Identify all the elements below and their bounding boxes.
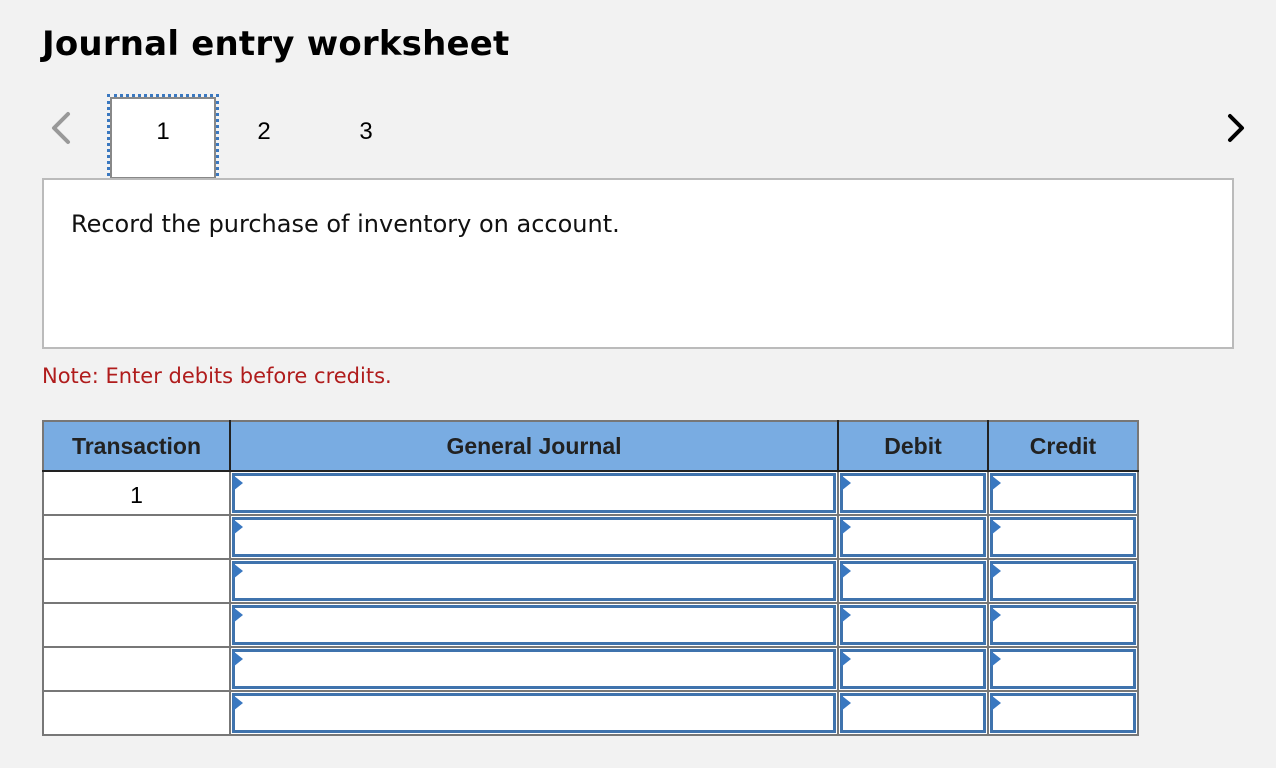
debit-input[interactable]: [840, 605, 986, 645]
credit-input[interactable]: [990, 517, 1136, 557]
transaction-number: [44, 516, 229, 526]
account-select[interactable]: [232, 561, 836, 601]
instruction-panel: Record the purchase of inventory on acco…: [42, 178, 1234, 349]
column-header-credit: Credit: [987, 420, 1139, 472]
dropdown-indicator-icon: [991, 475, 1001, 491]
column-header-transaction: Transaction: [42, 420, 231, 472]
credit-input[interactable]: [990, 473, 1136, 513]
debit-cell: [837, 558, 989, 604]
debit-input[interactable]: [840, 517, 986, 557]
general-journal-cell: [229, 690, 839, 736]
table-row: [42, 690, 1139, 736]
table-row: [42, 558, 1139, 604]
dropdown-indicator-icon: [841, 563, 851, 579]
dropdown-indicator-icon: [841, 651, 851, 667]
debit-cell: [837, 690, 989, 736]
transaction-number: [44, 560, 229, 570]
debit-cell: [837, 646, 989, 692]
dropdown-indicator-icon: [841, 607, 851, 623]
transaction-cell: [42, 514, 231, 560]
journal-table: Transaction General Journal Debit Credit…: [42, 420, 1139, 736]
instruction-text: Record the purchase of inventory on acco…: [71, 210, 620, 238]
dropdown-indicator-icon: [233, 563, 243, 579]
table-header-row: Transaction General Journal Debit Credit: [42, 420, 1139, 472]
dropdown-indicator-icon: [233, 695, 243, 711]
table-row: [42, 602, 1139, 648]
tab-2[interactable]: 2: [214, 97, 314, 179]
account-select[interactable]: [232, 517, 836, 557]
debit-cell: [837, 470, 989, 516]
dropdown-indicator-icon: [991, 563, 1001, 579]
tab-label: 1: [156, 118, 170, 145]
debit-cell: [837, 602, 989, 648]
debit-input[interactable]: [840, 473, 986, 513]
transaction-cell: [42, 690, 231, 736]
credit-input[interactable]: [990, 693, 1136, 733]
dropdown-indicator-icon: [233, 475, 243, 491]
credit-input[interactable]: [990, 561, 1136, 601]
credit-input[interactable]: [990, 649, 1136, 689]
debit-input[interactable]: [840, 649, 986, 689]
debit-input[interactable]: [840, 561, 986, 601]
credit-cell: [987, 690, 1139, 736]
account-select[interactable]: [232, 605, 836, 645]
transaction-number: [44, 648, 229, 658]
transaction-number: [44, 692, 229, 702]
previous-button[interactable]: [46, 108, 76, 148]
credit-cell: [987, 470, 1139, 516]
column-header-debit: Debit: [837, 420, 989, 472]
account-select[interactable]: [232, 473, 836, 513]
general-journal-cell: [229, 602, 839, 648]
table-row: 1: [42, 470, 1139, 516]
column-header-general-journal: General Journal: [229, 420, 839, 472]
dropdown-indicator-icon: [233, 519, 243, 535]
next-button[interactable]: [1222, 108, 1252, 148]
dropdown-indicator-icon: [991, 651, 1001, 667]
transaction-number: 1: [130, 482, 143, 508]
table-row: [42, 514, 1139, 560]
dropdown-indicator-icon: [991, 519, 1001, 535]
transaction-cell: [42, 602, 231, 648]
credit-cell: [987, 514, 1139, 560]
credit-input[interactable]: [990, 605, 1136, 645]
account-select[interactable]: [232, 693, 836, 733]
table-row: [42, 646, 1139, 692]
dropdown-indicator-icon: [841, 475, 851, 491]
transaction-cell: 1: [42, 470, 231, 516]
tab-3[interactable]: 3: [316, 97, 416, 179]
general-journal-cell: [229, 646, 839, 692]
dropdown-indicator-icon: [991, 607, 1001, 623]
account-select[interactable]: [232, 649, 836, 689]
dropdown-indicator-icon: [233, 651, 243, 667]
dropdown-indicator-icon: [991, 695, 1001, 711]
tab-label: 3: [359, 118, 373, 145]
dropdown-indicator-icon: [841, 695, 851, 711]
credit-cell: [987, 558, 1139, 604]
chevron-right-icon: [1228, 114, 1244, 142]
tab-label: 2: [257, 118, 271, 145]
tab-1[interactable]: 1: [107, 94, 219, 182]
debit-input[interactable]: [840, 693, 986, 733]
general-journal-cell: [229, 514, 839, 560]
dropdown-indicator-icon: [841, 519, 851, 535]
transaction-cell: [42, 558, 231, 604]
dropdown-indicator-icon: [233, 607, 243, 623]
credit-cell: [987, 602, 1139, 648]
debit-cell: [837, 514, 989, 560]
chevron-left-icon: [52, 112, 70, 144]
general-journal-cell: [229, 558, 839, 604]
transaction-cell: [42, 646, 231, 692]
general-journal-cell: [229, 470, 839, 516]
credit-cell: [987, 646, 1139, 692]
transaction-number: [44, 604, 229, 614]
note-text: Note: Enter debits before credits.: [42, 364, 392, 388]
page-title: Journal entry worksheet: [42, 24, 510, 64]
